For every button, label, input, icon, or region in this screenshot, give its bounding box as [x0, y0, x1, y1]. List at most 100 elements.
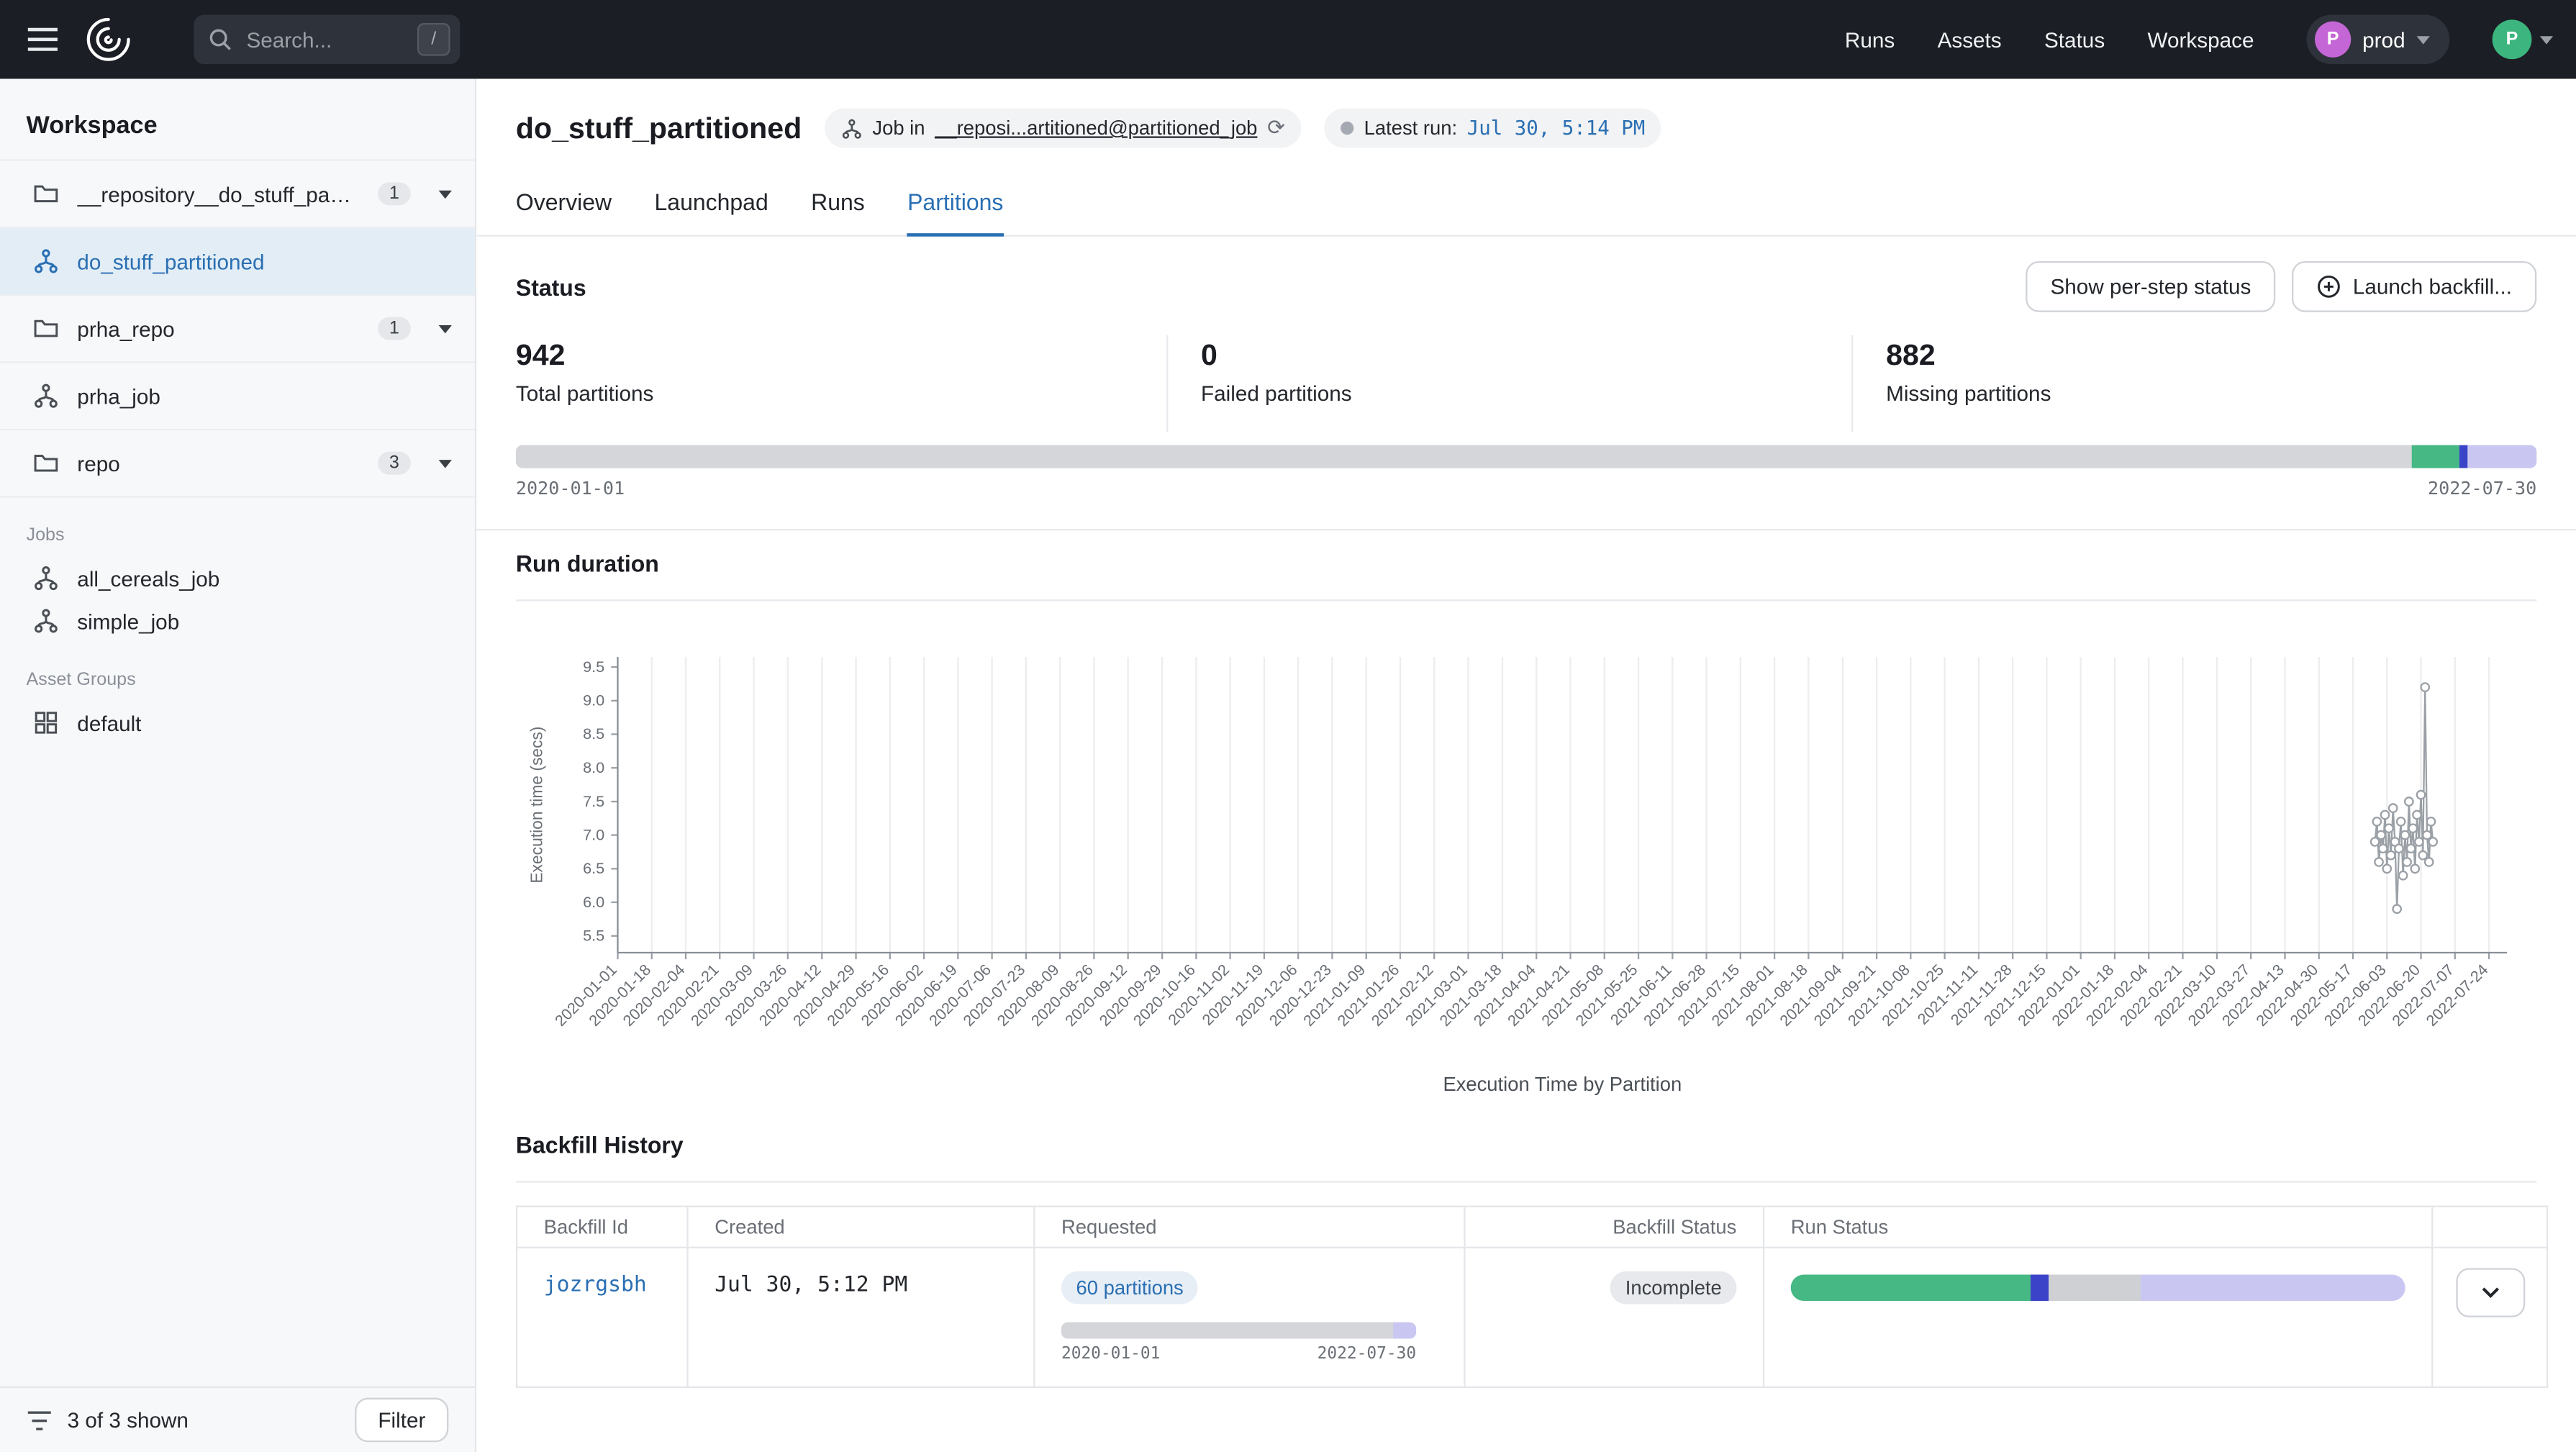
dagster-logo-icon[interactable] — [82, 13, 135, 65]
job-icon — [33, 608, 60, 635]
latest-run-time-link[interactable]: Jul 30, 5:14 PM — [1467, 117, 1645, 140]
repo-count-badge: 3 — [378, 452, 411, 475]
col-requested: Requested — [1034, 1207, 1464, 1248]
repo-list: __repository__do_stuff_partitio... 1 do_… — [0, 159, 475, 497]
svg-text:6.5: 6.5 — [583, 859, 604, 877]
sidebar-item-simple-job[interactable]: simple_job — [0, 599, 475, 642]
search-icon — [209, 28, 232, 51]
range-end: 2022-07-30 — [1318, 1346, 1416, 1363]
search-shortcut-key: / — [417, 23, 450, 56]
repo-label: repo — [77, 451, 119, 476]
search-input[interactable] — [243, 25, 401, 53]
tab-overview[interactable]: Overview — [516, 174, 612, 235]
col-backfill-id: Backfill Id — [517, 1207, 687, 1248]
requested-partitions-bar[interactable] — [1061, 1322, 1416, 1339]
backfill-created: Jul 30, 5:12 PM — [715, 1273, 907, 1297]
deployment-switcher[interactable]: P prod — [2307, 15, 2450, 64]
requested-range: 2020-01-01 2022-07-30 — [1061, 1346, 1416, 1363]
sidebar-item-do-stuff-partitioned[interactable]: do_stuff_partitioned — [0, 228, 475, 296]
sidebar-footer: 3 of 3 shown Filter — [0, 1387, 475, 1452]
nav-runs[interactable]: Runs — [1845, 27, 1895, 52]
svg-text:8.5: 8.5 — [583, 725, 604, 743]
latest-run-chip: Latest run: Jul 30, 5:14 PM — [1325, 109, 1661, 148]
job-tabs: Overview Launchpad Runs Partitions — [476, 174, 2576, 237]
filter-button[interactable]: Filter — [355, 1398, 448, 1443]
repo-label: prha_job — [77, 384, 160, 408]
col-run-status: Run Status — [1764, 1207, 2432, 1248]
job-icon — [33, 383, 60, 409]
job-origin-link[interactable]: __reposi...artitioned@partitioned_job — [935, 117, 1257, 140]
col-actions — [2432, 1207, 2547, 1248]
show-per-step-status-button[interactable]: Show per-step status — [2026, 261, 2275, 312]
chevron-down-icon[interactable] — [439, 460, 452, 475]
sidebar-item-default-asset-group[interactable]: default — [0, 702, 475, 744]
page-title: do_stuff_partitioned — [516, 111, 802, 145]
hamburger-menu-icon[interactable] — [23, 19, 63, 59]
sidebar-item-prha-repo[interactable]: prha_repo 1 — [0, 296, 475, 363]
top-bar: / Runs Assets Status Workspace P prod P — [0, 0, 2576, 79]
status-section: Status Show per-step status Launch backf… — [476, 261, 2576, 499]
repo-count-badge: 1 — [378, 182, 411, 205]
svg-text:5.5: 5.5 — [583, 927, 604, 945]
nav-workspace[interactable]: Workspace — [2148, 27, 2254, 52]
folder-icon — [33, 315, 60, 342]
tab-launchpad[interactable]: Launchpad — [655, 174, 768, 235]
repo-count-badge: 1 — [378, 317, 411, 340]
stat-failed-partitions: 0 Failed partitions — [1166, 335, 1851, 432]
asset-group-label: default — [77, 710, 141, 735]
run-duration-chart[interactable]: 2020-01-012020-01-182020-02-042020-02-21… — [516, 608, 2536, 1109]
expand-row-button[interactable] — [2455, 1268, 2524, 1317]
backfill-id-link[interactable]: jozrgsbh — [544, 1273, 647, 1297]
svg-text:Execution time (secs): Execution time (secs) — [527, 726, 545, 883]
stat-missing-partitions: 882 Missing partitions — [1851, 335, 2536, 432]
sidebar-item-repo[interactable]: repo 3 — [0, 430, 475, 498]
range-start: 2020-01-01 — [1061, 1346, 1160, 1363]
run-status-dot — [1341, 122, 1354, 135]
search-box[interactable]: / — [194, 15, 460, 64]
tab-partitions[interactable]: Partitions — [907, 174, 1003, 237]
sidebar-item-prha-job[interactable]: prha_job — [0, 363, 475, 430]
job-icon — [841, 117, 863, 139]
folder-icon — [33, 450, 60, 476]
job-icon — [33, 565, 60, 591]
asset-group-icon — [33, 709, 60, 736]
backfill-table-header: Backfill Id Created Requested Backfill S… — [517, 1207, 2547, 1248]
chevron-down-icon — [2480, 1286, 2499, 1299]
svg-text:9.0: 9.0 — [583, 691, 604, 709]
user-menu[interactable]: P — [2493, 19, 2553, 59]
sidebar-item-repository-do-stuff[interactable]: __repository__do_stuff_partitio... 1 — [0, 161, 475, 229]
backfill-status-badge: Incomplete — [1610, 1271, 1736, 1304]
nav-status[interactable]: Status — [2044, 27, 2105, 52]
launch-backfill-button[interactable]: Launch backfill... — [2292, 261, 2536, 312]
svg-text:8.0: 8.0 — [583, 758, 604, 776]
chevron-down-icon[interactable] — [439, 325, 452, 340]
range-start: 2020-01-01 — [516, 478, 625, 499]
chevron-down-icon[interactable] — [439, 191, 452, 206]
range-end: 2022-07-30 — [2428, 478, 2536, 499]
requested-partitions-chip[interactable]: 60 partitions — [1061, 1271, 1198, 1304]
repo-label: do_stuff_partitioned — [77, 249, 264, 273]
shown-count: 3 of 3 shown — [68, 1407, 189, 1432]
tab-runs[interactable]: Runs — [811, 174, 865, 235]
run-status-bar[interactable] — [1791, 1274, 2405, 1301]
backfill-table-row: jozrgsbh Jul 30, 5:12 PM 60 partitions 2… — [517, 1248, 2547, 1387]
nav-assets[interactable]: Assets — [1938, 27, 2002, 52]
partition-stats: 942 Total partitions 0 Failed partitions… — [516, 335, 2536, 432]
svg-text:6.0: 6.0 — [583, 893, 604, 911]
sidebar-item-all-cereals-job[interactable]: all_cereals_job — [0, 557, 475, 599]
svg-text:7.5: 7.5 — [583, 792, 604, 810]
workspace-sidebar: Workspace __repository__do_stuff_partiti… — [0, 79, 476, 1452]
deployment-label: prod — [2362, 27, 2405, 52]
partition-status-bar[interactable] — [516, 445, 2536, 468]
backfill-history-heading: Backfill History — [516, 1132, 684, 1158]
refresh-icon[interactable]: ⟳ — [1267, 115, 1285, 142]
job-icon — [33, 248, 60, 275]
job-label: all_cereals_job — [77, 566, 219, 590]
chevron-down-icon — [2540, 36, 2553, 51]
job-origin-chip: Job in __reposi...artitioned@partitioned… — [825, 109, 1302, 148]
run-duration-heading: Run duration — [516, 550, 659, 577]
repo-label: __repository__do_stuff_partitio... — [77, 181, 356, 206]
latest-run-label: Latest run: — [1364, 117, 1457, 140]
svg-text:9.5: 9.5 — [583, 658, 604, 676]
svg-text:Execution Time by Partition: Execution Time by Partition — [1443, 1073, 1682, 1095]
